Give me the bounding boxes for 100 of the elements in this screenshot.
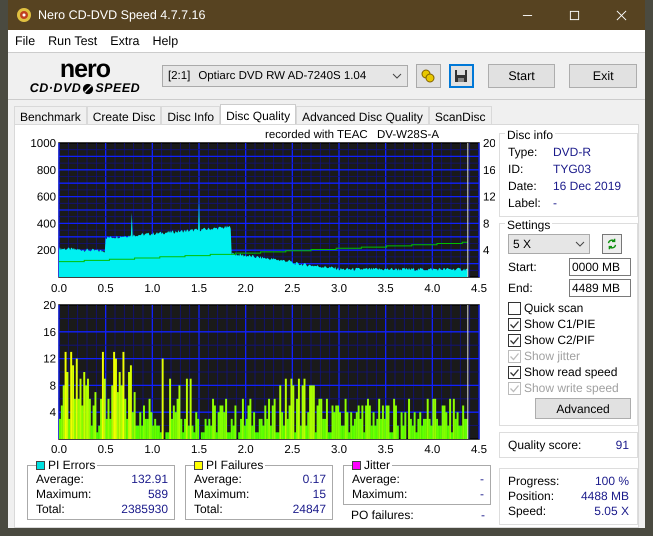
progress-value: 4488 MB bbox=[580, 489, 629, 504]
save-button[interactable] bbox=[448, 64, 474, 88]
quality-label: Quality score: bbox=[508, 438, 582, 452]
progress-label: Speed: bbox=[508, 504, 546, 519]
toolbar-button[interactable]: Exit bbox=[569, 64, 637, 88]
group-title: PI Errors bbox=[48, 459, 96, 472]
info-value: DVD-R bbox=[553, 144, 591, 161]
stat-value: - bbox=[480, 472, 484, 487]
axis-tick-label: 1.5 bbox=[191, 283, 207, 295]
stat-label: PO failures: bbox=[351, 508, 414, 523]
logo-wordmark: nero bbox=[60, 57, 110, 82]
refresh-button[interactable] bbox=[602, 234, 622, 254]
tab[interactable]: Benchmark bbox=[14, 106, 87, 126]
menu-item[interactable]: Extra bbox=[110, 34, 140, 48]
checkbox[interactable] bbox=[508, 302, 521, 314]
checkbox[interactable] bbox=[508, 334, 521, 346]
stat-label: Maximum: bbox=[36, 487, 92, 502]
recorder-name: DV-W28S-A bbox=[377, 129, 439, 141]
toolbar-button[interactable]: Start bbox=[488, 64, 556, 88]
drive-tools-button[interactable] bbox=[416, 64, 441, 88]
tab[interactable]: Disc Quality bbox=[220, 104, 296, 126]
info-value: TYG03 bbox=[553, 161, 592, 178]
stat-value: 2385930 bbox=[121, 502, 168, 517]
axis-tick-label: 4.0 bbox=[424, 283, 440, 295]
axis-tick-label: 2.0 bbox=[238, 283, 254, 295]
coins-icon bbox=[420, 68, 436, 84]
info-value: 16 Dec 2019 bbox=[553, 178, 622, 195]
axis-tick-label: 4.5 bbox=[471, 283, 487, 295]
axis-tick-label: 16 bbox=[43, 326, 56, 339]
axis-tick-label: 600 bbox=[36, 192, 56, 204]
axis-tick-label: 8 bbox=[483, 218, 490, 230]
checkbox-label: Show read speed bbox=[524, 365, 618, 379]
axis-tick-label: 3.0 bbox=[331, 283, 347, 295]
stat-label: Average: bbox=[352, 472, 400, 487]
group-title: Disc info bbox=[505, 128, 556, 142]
logo-wordmark: SPEED bbox=[95, 82, 140, 95]
axis-tick-label: 4.5 bbox=[471, 444, 487, 456]
progress-value: 5.05 X bbox=[594, 504, 629, 519]
progress-label: Progress: bbox=[508, 474, 560, 489]
axis-tick-label: 0.5 bbox=[98, 444, 114, 456]
info-value: - bbox=[553, 195, 557, 212]
menu-item[interactable]: Run Test bbox=[48, 34, 98, 48]
axis-tick-label: 4.0 bbox=[424, 444, 440, 456]
drive-dropdown[interactable]: [2:1] Optiarc DVD RW AD-7240S 1.04 bbox=[162, 65, 408, 87]
axis-tick-label: 1000 bbox=[30, 138, 56, 150]
axis-tick-label: 20 bbox=[483, 138, 495, 150]
stat-label: Maximum: bbox=[194, 487, 250, 502]
info-label: Type: bbox=[508, 144, 538, 161]
stat-value: 24847 bbox=[292, 502, 326, 517]
checkbox[interactable] bbox=[508, 366, 521, 378]
caret-icon bbox=[392, 73, 402, 79]
axis-tick-label: 1.0 bbox=[144, 283, 160, 295]
axis-tick-label: 0.0 bbox=[51, 444, 67, 456]
axis-tick-label: 3.0 bbox=[331, 444, 347, 456]
axis-tick-label: 12 bbox=[43, 354, 56, 366]
quality-score: 91 bbox=[616, 438, 629, 452]
window-title: Nero CD-DVD Speed 4.7.7.16 bbox=[38, 8, 206, 22]
menu-item[interactable]: File bbox=[15, 34, 36, 48]
stat-label: Total: bbox=[36, 502, 65, 517]
axis-tick-label: 3.5 bbox=[378, 444, 394, 456]
progress-label: Position: bbox=[508, 489, 554, 504]
checkbox[interactable] bbox=[508, 318, 521, 330]
stat-label: Average: bbox=[36, 472, 84, 487]
recorded-with-label: recorded with TEAC bbox=[265, 129, 368, 141]
checkbox-label: Quick scan bbox=[524, 301, 584, 315]
tab[interactable]: Advanced Disc Quality bbox=[296, 106, 429, 126]
axis-tick-label: 0.5 bbox=[98, 283, 114, 295]
info-label: ID: bbox=[508, 161, 524, 178]
stat-label: Total: bbox=[194, 502, 223, 517]
speed-dropdown[interactable]: 5 X bbox=[508, 234, 590, 254]
info-label: Label: bbox=[508, 195, 542, 212]
axis-tick-label: 2.5 bbox=[284, 283, 300, 295]
axis-tick-label: 800 bbox=[36, 164, 56, 177]
stat-value: 132.91 bbox=[131, 472, 168, 487]
advanced-button[interactable]: Advanced bbox=[535, 398, 631, 419]
stat-value: 15 bbox=[312, 487, 326, 502]
checkbox-label: Show C1/PIE bbox=[524, 317, 596, 331]
menu-item[interactable]: Help bbox=[152, 34, 178, 48]
stat-label: Maximum: bbox=[352, 487, 408, 502]
axis-tick-label: 2.5 bbox=[284, 444, 300, 456]
axis-tick-label: 16 bbox=[483, 164, 495, 177]
axis-tick-label: 12 bbox=[483, 192, 495, 204]
axis-tick-label: 0.0 bbox=[51, 283, 67, 295]
save-icon bbox=[453, 68, 470, 84]
end-field[interactable]: 4489 MB bbox=[569, 279, 631, 297]
stat-value: - bbox=[481, 508, 485, 523]
checkbox-label: Show jitter bbox=[524, 349, 580, 363]
start-field[interactable]: 0000 MB bbox=[569, 258, 631, 276]
caret-icon bbox=[575, 241, 585, 247]
axis-tick-label: 8 bbox=[50, 380, 56, 392]
group-title: Settings bbox=[505, 218, 552, 232]
checkbox-label: Show write speed bbox=[524, 381, 619, 395]
stat-label: Average: bbox=[194, 472, 242, 487]
field-label: Start: bbox=[508, 260, 537, 274]
axis-tick-label: 2.0 bbox=[238, 444, 254, 456]
axis-tick-label: 4 bbox=[50, 407, 56, 420]
info-label: Date: bbox=[508, 178, 538, 195]
tab[interactable]: Disc Info bbox=[161, 106, 220, 126]
progress-value: 100 % bbox=[594, 474, 629, 489]
stat-value: - bbox=[480, 487, 484, 502]
